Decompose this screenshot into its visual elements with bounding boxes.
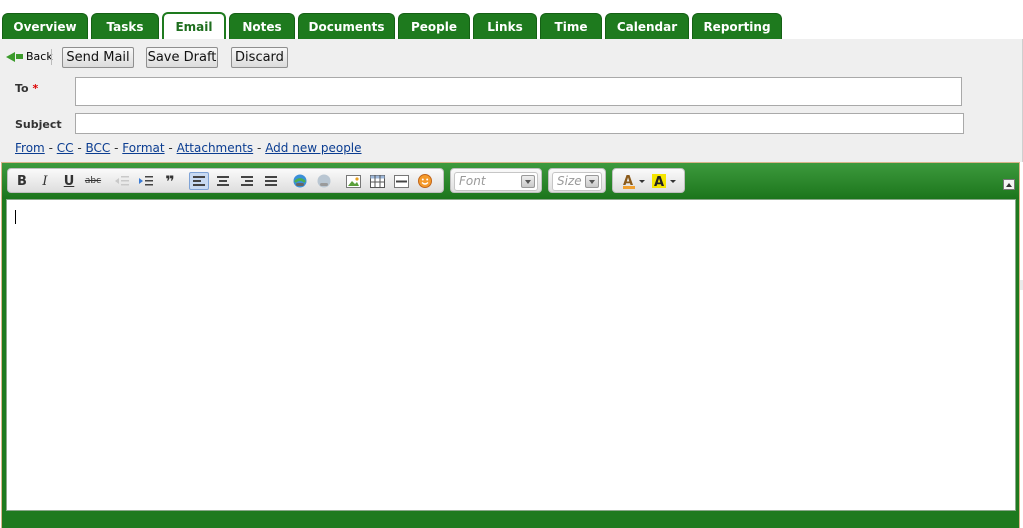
required-mark: * (32, 82, 39, 95)
options-separator: - (168, 141, 173, 155)
tab-notes[interactable]: Notes (229, 13, 295, 39)
tab-calendar[interactable]: Calendar (605, 13, 689, 39)
outdent-icon[interactable] (112, 172, 132, 190)
tab-reporting[interactable]: Reporting (692, 13, 782, 39)
to-label: To * (15, 82, 38, 95)
chevron-down-icon (585, 175, 599, 188)
subject-label: Subject (15, 118, 62, 131)
size-combo-group: Size (548, 168, 606, 193)
options-separator: - (257, 141, 262, 155)
highlight-color-icon[interactable]: A (651, 172, 679, 190)
align-center-icon[interactable] (213, 172, 233, 190)
text-caret (15, 210, 16, 224)
send-mail-button[interactable]: Send Mail (62, 47, 134, 68)
message-body[interactable] (6, 199, 1016, 511)
back-arrow-icon (6, 51, 15, 62)
editor-status-bar (2, 511, 1019, 528)
back-arrow-stem (16, 54, 23, 59)
to-label-text: To (15, 82, 29, 95)
options-separator: - (48, 141, 53, 155)
svg-text:A: A (654, 175, 664, 189)
underline-button[interactable]: U (59, 172, 79, 190)
link-icon[interactable] (290, 172, 310, 190)
subject-field[interactable] (75, 113, 964, 134)
tab-overview[interactable]: Overview (2, 13, 88, 39)
align-right-icon[interactable] (237, 172, 257, 190)
add-new-people-link[interactable]: Add new people (265, 141, 361, 155)
italic-button[interactable]: I (35, 172, 55, 190)
tab-documents[interactable]: Documents (298, 13, 395, 39)
size-select-label: Size (557, 174, 582, 188)
smiley-icon[interactable] (415, 172, 435, 190)
tab-tasks[interactable]: Tasks (91, 13, 159, 39)
from-link[interactable]: From (15, 141, 45, 155)
compose-form: Back Send Mail Save Draft Discard To * S… (0, 39, 1023, 162)
chevron-down-icon (521, 175, 535, 188)
collapse-toolbar-button[interactable] (1003, 179, 1015, 190)
indent-icon[interactable] (136, 172, 156, 190)
align-justify-icon[interactable] (261, 172, 281, 190)
to-field[interactable] (75, 77, 962, 106)
cc-link[interactable]: CC (57, 141, 74, 155)
options-separator: - (77, 141, 82, 155)
format-link[interactable]: Format (122, 141, 164, 155)
table-icon[interactable] (367, 172, 387, 190)
editor-toolbar: B I U abc ❞ Font Size A A (2, 163, 1019, 199)
tab-bar: Overview Tasks Email Notes Documents Peo… (0, 0, 1023, 40)
horizontal-rule-icon[interactable] (391, 172, 411, 190)
save-draft-button[interactable]: Save Draft (146, 47, 218, 68)
font-select-label: Font (459, 174, 486, 188)
blockquote-button[interactable]: ❞ (160, 172, 180, 191)
toolbar-separator (51, 49, 52, 65)
back-button[interactable]: Back (6, 50, 53, 63)
bcc-link[interactable]: BCC (86, 141, 111, 155)
format-button-group: B I U abc ❞ (7, 168, 444, 193)
tab-email[interactable]: Email (162, 12, 226, 40)
bold-button[interactable]: B (12, 172, 32, 190)
size-select[interactable]: Size (552, 172, 602, 191)
tab-links[interactable]: Links (473, 13, 537, 39)
font-combo-group: Font (450, 168, 542, 193)
options-separator: - (114, 141, 119, 155)
attachments-link[interactable]: Attachments (177, 141, 254, 155)
font-select[interactable]: Font (454, 172, 538, 191)
tab-time[interactable]: Time (540, 13, 602, 39)
strikethrough-button[interactable]: abc (83, 172, 103, 190)
back-label: Back (26, 50, 53, 63)
tab-people[interactable]: People (398, 13, 470, 39)
text-color-icon[interactable]: A (621, 172, 647, 190)
compose-options: From - CC - BCC - Format - Attachments -… (15, 141, 362, 155)
image-icon[interactable] (343, 172, 363, 190)
rich-text-editor: B I U abc ❞ Font Size A A (1, 162, 1020, 528)
color-button-group: A A (612, 168, 685, 193)
align-left-icon[interactable] (189, 172, 209, 190)
unlink-icon[interactable] (314, 172, 334, 190)
discard-button[interactable]: Discard (231, 47, 288, 68)
